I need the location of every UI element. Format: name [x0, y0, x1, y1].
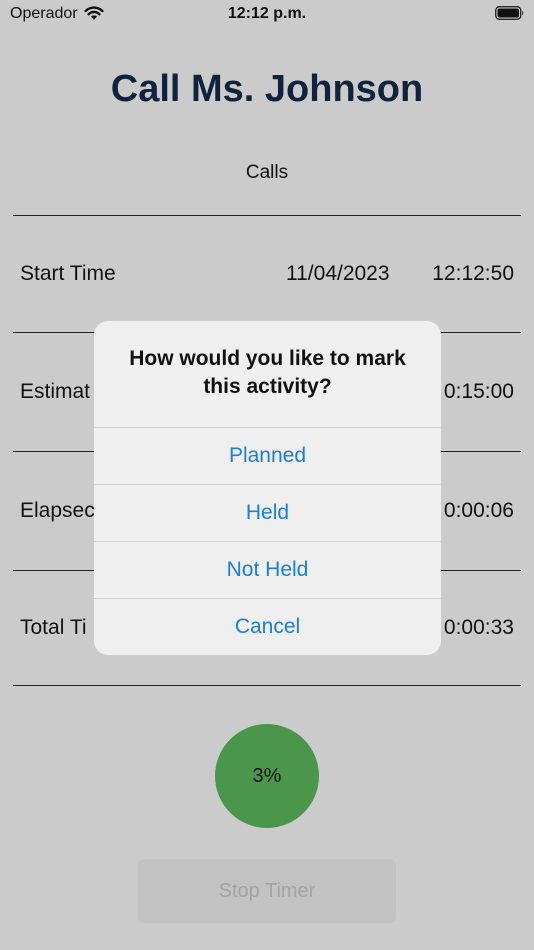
progress-circle: 3%: [215, 724, 319, 828]
page-title: Call Ms. Johnson: [110, 68, 424, 110]
divider: [13, 215, 521, 216]
divider: [13, 685, 521, 686]
stop-timer-button[interactable]: Stop Timer: [138, 859, 396, 923]
progress-label: 3%: [252, 764, 282, 787]
action-alert: How would you like to mark this activity…: [94, 321, 441, 655]
held-button[interactable]: Held: [94, 484, 441, 541]
row-time: 0:15:00: [443, 380, 514, 403]
battery-icon: [495, 6, 524, 20]
row-time: 0:00:06: [443, 499, 514, 522]
alert-title-line: this activity?: [203, 375, 332, 398]
row-label: Estimat: [20, 380, 91, 403]
alert-title: How would you like to mark this activity…: [108, 345, 427, 401]
row-label: Total Ti: [20, 616, 87, 639]
planned-button[interactable]: Planned: [94, 427, 441, 484]
page-subtitle: Calls: [245, 162, 289, 183]
not-held-button[interactable]: Not Held: [94, 541, 441, 598]
row-time: 12:12:50: [432, 262, 514, 285]
alert-title-line: How would you like to mark: [129, 347, 406, 370]
row-time: 0:00:33: [443, 616, 514, 639]
clock: 12:12 p.m.: [227, 5, 307, 22]
row-label: Elapsec: [20, 499, 95, 522]
cancel-button[interactable]: Cancel: [94, 598, 441, 655]
row-label: Start Time: [20, 262, 116, 285]
row-date: 11/04/2023: [286, 262, 390, 285]
status-bar: Operador 12:12 p.m.: [0, 0, 534, 28]
